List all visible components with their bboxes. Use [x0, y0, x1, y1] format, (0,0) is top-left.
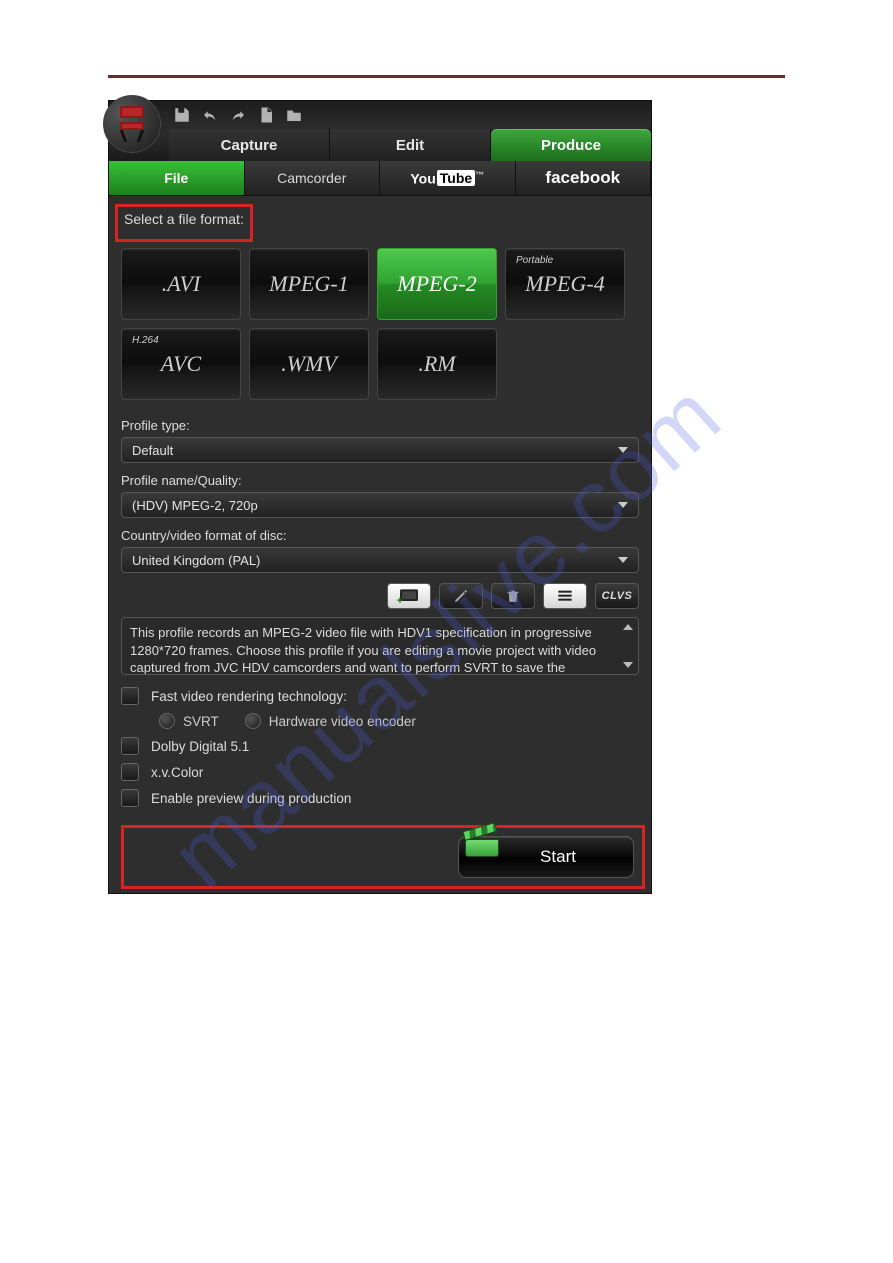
profile-description-text: This profile records an MPEG-2 video fil… [130, 625, 596, 675]
profile-description[interactable]: This profile records an MPEG-2 video fil… [121, 617, 639, 675]
subtab-youtube[interactable]: YouTube™ [380, 161, 516, 195]
hw-encoder-radio[interactable] [245, 713, 261, 729]
subtab-camcorder[interactable]: Camcorder [245, 161, 381, 195]
profile-type-value: Default [132, 443, 173, 458]
director-chair-icon [118, 106, 146, 142]
open-folder-icon[interactable] [285, 106, 303, 124]
format-h264[interactable]: H.264 AVC [121, 328, 241, 400]
profile-toolbar: + CLVS [121, 583, 639, 609]
format-wmv[interactable]: .WMV [249, 328, 369, 400]
format-mpeg1-label: MPEG-1 [269, 271, 348, 297]
new-profile-button[interactable]: + [387, 583, 431, 609]
hw-encoder-label: Hardware video encoder [269, 714, 416, 729]
header-rule [108, 75, 785, 78]
tab-edit[interactable]: Edit [330, 129, 491, 161]
start-button[interactable]: Start [458, 836, 634, 878]
main-tabs: Capture Edit Produce [169, 129, 651, 161]
delete-profile-button[interactable] [491, 583, 535, 609]
svrt-radio[interactable] [159, 713, 175, 729]
profile-name-label: Profile name/Quality: [121, 473, 639, 488]
format-avi[interactable]: .AVI [121, 248, 241, 320]
tab-produce[interactable]: Produce [491, 129, 651, 161]
new-file-icon[interactable] [257, 106, 275, 124]
start-label: Start [540, 847, 576, 867]
save-icon[interactable] [173, 106, 191, 124]
subtab-camcorder-label: Camcorder [277, 170, 346, 186]
format-mpeg4-label: MPEG-4 [525, 271, 604, 297]
format-rm[interactable]: .RM [377, 328, 497, 400]
profile-name-value: (HDV) MPEG-2, 720p [132, 498, 258, 513]
profile-name-select[interactable]: (HDV) MPEG-2, 720p [121, 492, 639, 518]
produce-panel: Select a file format: .AVI MPEG-1 MPEG-2… [109, 196, 651, 893]
trash-icon [506, 588, 520, 604]
format-grid: .AVI MPEG-1 MPEG-2 Portable MPEG-4 H.264… [121, 248, 639, 400]
chevron-down-icon [618, 502, 628, 508]
tab-edit-label: Edit [396, 137, 424, 154]
format-avi-label: .AVI [162, 271, 201, 297]
highlight-start: Start [121, 825, 645, 889]
options-block: Fast video rendering technology: SVRT Ha… [121, 687, 639, 807]
chevron-down-icon [618, 447, 628, 453]
subtab-file[interactable]: File [109, 161, 245, 195]
dolby-checkbox[interactable] [121, 737, 139, 755]
title-bar: Capture Edit Produce [109, 101, 651, 161]
format-mpeg1[interactable]: MPEG-1 [249, 248, 369, 320]
format-mpeg4-top: Portable [516, 255, 553, 266]
highlight-select-format: Select a file format: [115, 204, 253, 242]
quick-toolbar [173, 103, 303, 123]
tab-produce-label: Produce [541, 137, 601, 154]
clapperboard-icon [465, 831, 501, 861]
subtab-facebook[interactable]: facebook [516, 161, 652, 195]
format-mpeg4[interactable]: Portable MPEG-4 [505, 248, 625, 320]
facebook-logo: facebook [545, 168, 620, 188]
format-mpeg2-label: MPEG-2 [397, 271, 476, 297]
fast-render-label: Fast video rendering technology: [151, 689, 347, 704]
scroll-down-icon[interactable] [623, 662, 633, 668]
pencil-icon [453, 588, 469, 604]
preview-label: Enable preview during production [151, 791, 351, 806]
clvs-button[interactable]: CLVS [595, 583, 639, 609]
profile-type-select[interactable]: Default [121, 437, 639, 463]
dolby-label: Dolby Digital 5.1 [151, 739, 249, 754]
format-rm-label: .RM [418, 351, 455, 377]
country-select[interactable]: United Kingdom (PAL) [121, 547, 639, 573]
profile-type-label: Profile type: [121, 418, 639, 433]
undo-icon[interactable] [201, 106, 219, 124]
select-format-label: Select a file format: [124, 211, 244, 227]
country-label: Country/video format of disc: [121, 528, 639, 543]
xvcolor-checkbox[interactable] [121, 763, 139, 781]
format-h264-top: H.264 [132, 335, 159, 346]
app-window: Capture Edit Produce File Camcorder YouT… [108, 100, 652, 894]
format-h264-label: AVC [161, 351, 201, 377]
fast-render-checkbox[interactable] [121, 687, 139, 705]
country-value: United Kingdom (PAL) [132, 553, 260, 568]
xvcolor-label: x.v.Color [151, 765, 203, 780]
list-icon [557, 589, 573, 603]
chevron-down-icon [618, 557, 628, 563]
format-mpeg2[interactable]: MPEG-2 [377, 248, 497, 320]
format-wmv-label: .WMV [281, 351, 337, 377]
app-logo[interactable] [103, 95, 161, 153]
details-button[interactable] [543, 583, 587, 609]
clvs-label: CLVS [602, 590, 633, 602]
preview-checkbox[interactable] [121, 789, 139, 807]
tab-capture-label: Capture [221, 137, 278, 154]
subtab-file-label: File [164, 170, 188, 186]
scroll-up-icon[interactable] [623, 624, 633, 630]
edit-profile-button[interactable] [439, 583, 483, 609]
svrt-label: SVRT [183, 714, 219, 729]
tab-capture[interactable]: Capture [169, 129, 330, 161]
youtube-logo: YouTube™ [410, 170, 484, 187]
redo-icon[interactable] [229, 106, 247, 124]
sub-tabs: File Camcorder YouTube™ facebook [109, 161, 651, 196]
